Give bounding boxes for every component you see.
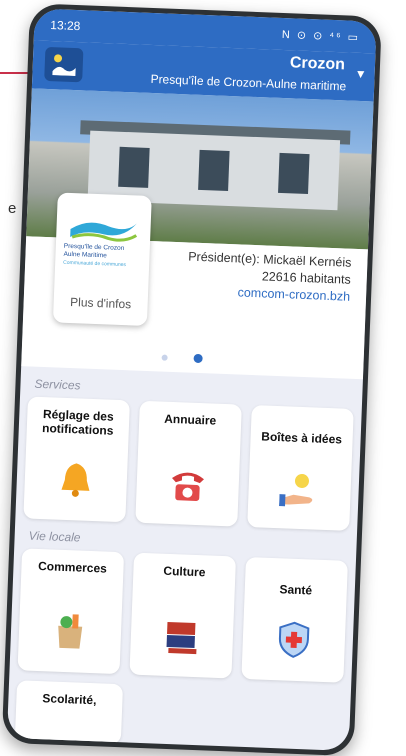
carousel-dot[interactable] [161, 354, 168, 361]
tile-shops[interactable]: Commerces [17, 548, 125, 675]
community-logo-text: Presqu'île de Crozon Aulne Maritime Comm… [63, 242, 127, 269]
photo-window [118, 146, 150, 188]
telephone-icon [167, 468, 209, 512]
health-shield-icon [276, 620, 312, 667]
photo-window [198, 149, 230, 191]
tile-idea-box[interactable]: Boîtes à idées [247, 405, 354, 531]
tile-notification-settings[interactable]: Réglage des notifications [23, 396, 130, 523]
carousel-indicator [161, 353, 203, 364]
bell-icon [58, 460, 94, 507]
status-icons: N ⊙ ⊙ ⁴⁶ ▭ [281, 28, 361, 44]
carousel-dot-active[interactable] [193, 353, 203, 364]
more-info-button[interactable]: Plus d'infos [53, 294, 147, 312]
tile-culture[interactable]: Culture [129, 552, 237, 679]
idea-hand-icon [279, 470, 321, 516]
community-info-area: Presqu'île de Crozon Aulne Maritime Comm… [21, 192, 368, 380]
tile-health[interactable]: Santé [241, 556, 348, 683]
books-icon [162, 618, 202, 663]
community-info: Président(e): Mickaël Kernéis 22616 habi… [187, 249, 352, 306]
app-logo-icon[interactable] [44, 46, 84, 83]
tile-directory[interactable]: Annuaire [135, 400, 242, 527]
vie-locale-tiles: Commerces Culture Santé [10, 548, 356, 683]
app-screen: 13:28 N ⊙ ⊙ ⁴⁶ ▭ Crozon Presqu'île de Cr… [6, 8, 377, 752]
tile-schooling[interactable]: Scolarité, [14, 680, 124, 745]
vie-locale-tiles-row2: Scolarité, [7, 680, 351, 751]
phone-frame: 13:28 N ⊙ ⊙ ⁴⁶ ▭ Crozon Presqu'île de Cr… [1, 3, 382, 756]
photo-window [278, 152, 310, 195]
chevron-down-icon[interactable]: ▼ [355, 67, 367, 81]
community-logo-icon [70, 222, 138, 242]
services-tiles: Réglage des notifications Annuaire Boîte… [15, 396, 361, 531]
status-time: 13:28 [50, 18, 81, 34]
region-name: Presqu'île de Crozon-Aulne maritime [150, 71, 347, 94]
community-logo-card[interactable]: Presqu'île de Crozon Aulne Maritime Comm… [52, 192, 152, 326]
town-name[interactable]: Crozon [290, 54, 346, 74]
shopping-bag-icon [51, 612, 89, 659]
background-text: e [8, 200, 17, 217]
